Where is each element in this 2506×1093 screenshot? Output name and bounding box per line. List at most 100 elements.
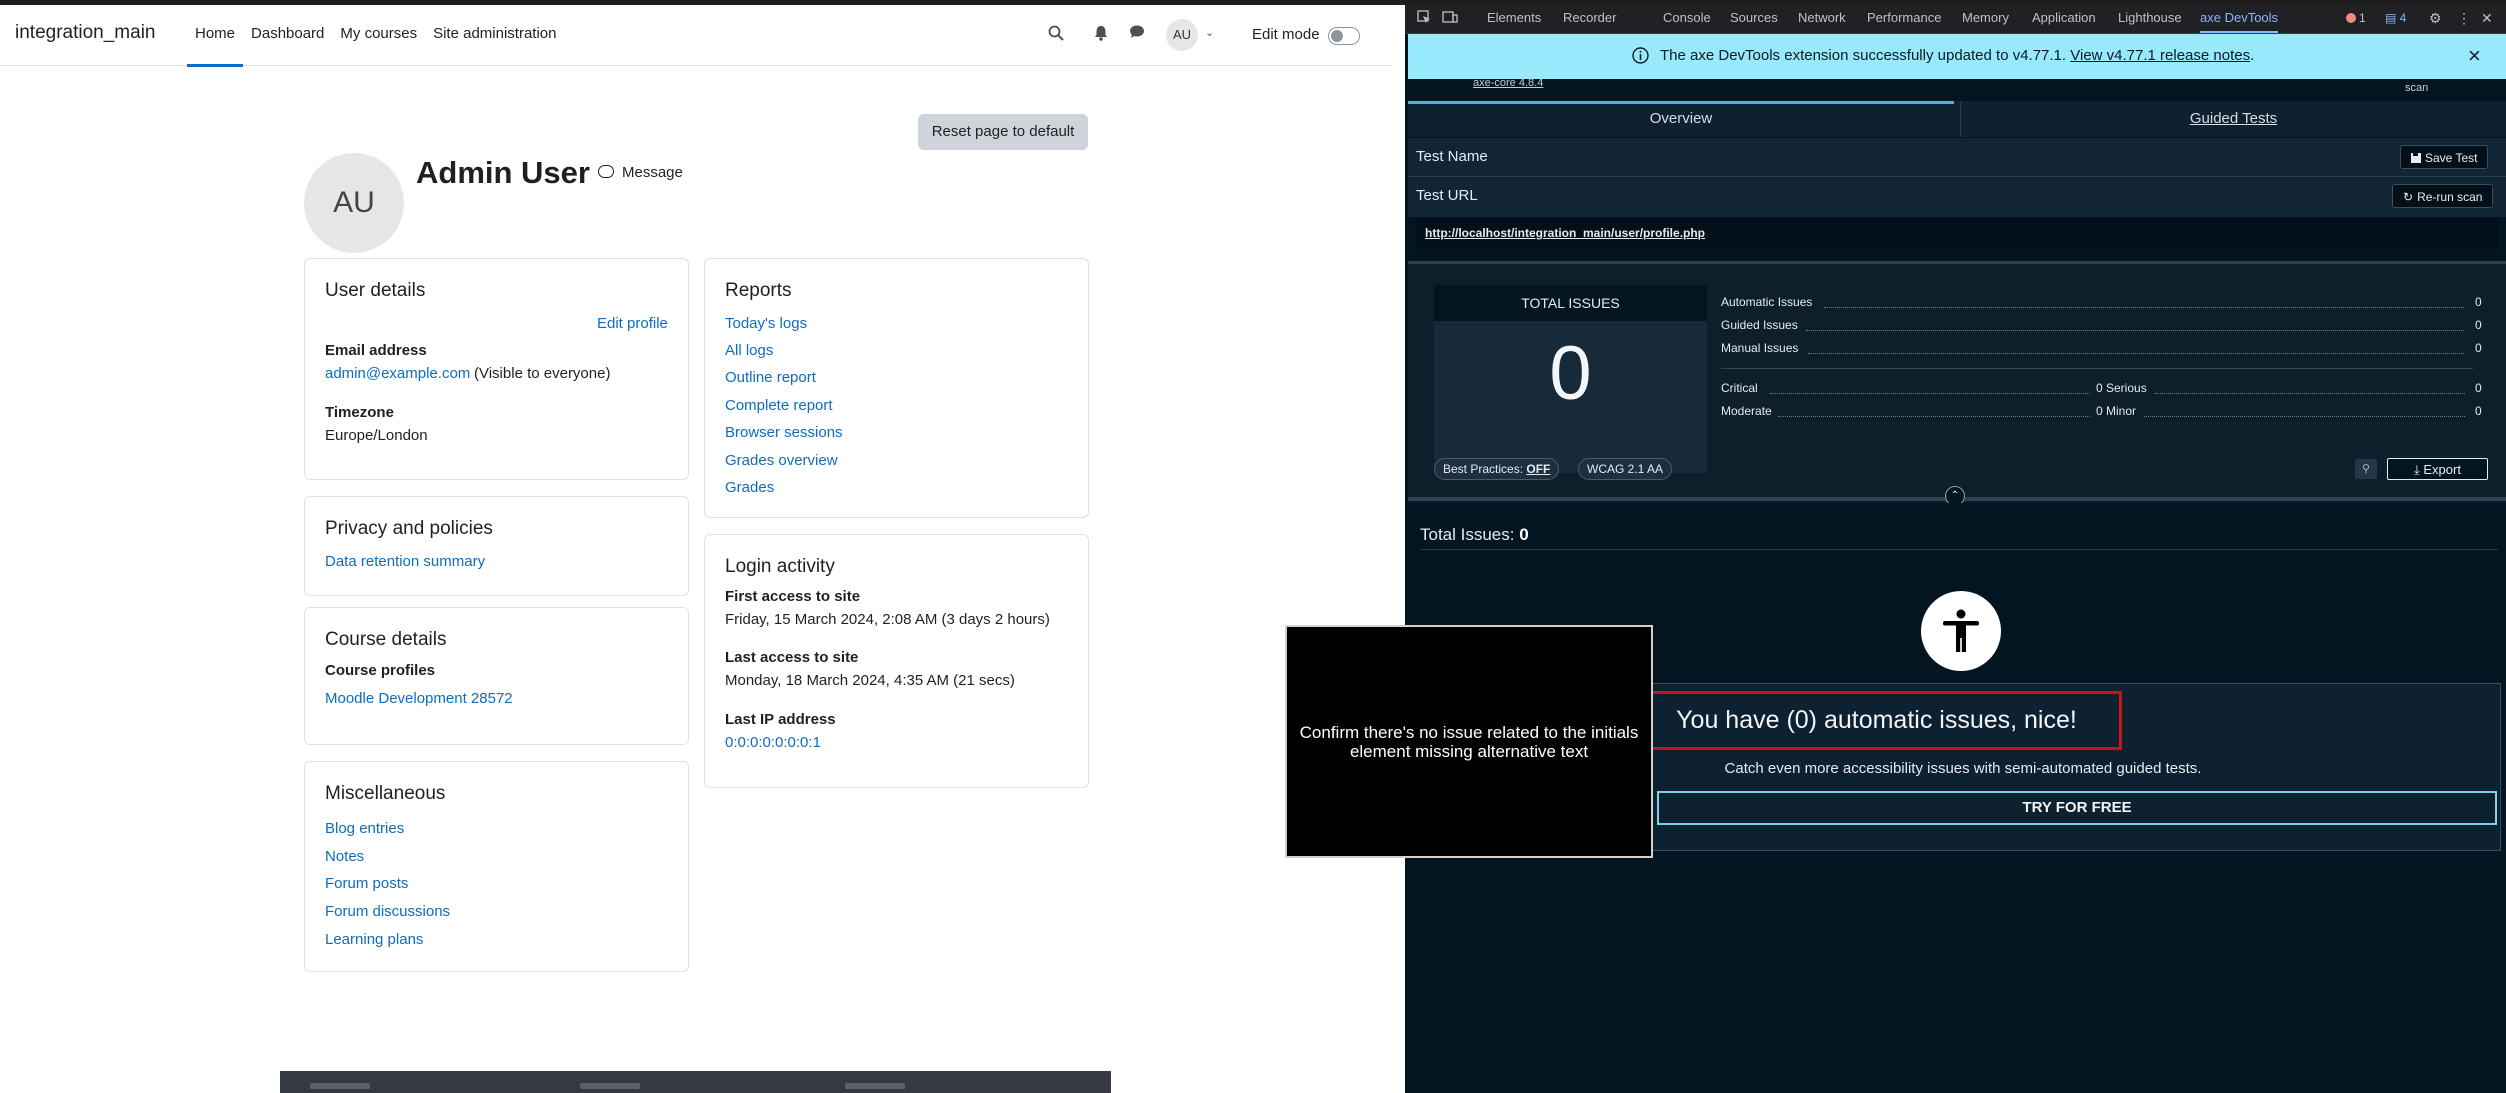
misc-link[interactable]: Learning plans: [325, 931, 423, 948]
edit-profile-link[interactable]: Edit profile: [597, 315, 668, 332]
error-counter[interactable]: 1: [2346, 11, 2366, 25]
last-access-value: Monday, 18 March 2024, 4:35 AM (21 secs): [725, 672, 1015, 689]
accessibility-person-icon: [1921, 591, 2001, 671]
total-issues-label: TOTAL ISSUES: [1434, 285, 1707, 321]
devtools-tab-network[interactable]: Network: [1798, 10, 1846, 25]
tab-overview[interactable]: Overview: [1408, 101, 1954, 137]
devtools-tab-elements[interactable]: Elements: [1487, 10, 1541, 25]
test-name-row: Test Name Save Test: [1408, 138, 2506, 177]
automatic-issues-count: 0: [2475, 295, 2482, 309]
save-test-button[interactable]: Save Test: [2400, 145, 2489, 169]
card-title: Login activity: [725, 556, 835, 577]
last-access-label: Last access to site: [725, 649, 859, 666]
device-toolbar-icon[interactable]: [1442, 10, 1458, 27]
devtools-tab-sources[interactable]: Sources: [1730, 10, 1778, 25]
instruction-overlay: Confirm there's no issue related to the …: [1285, 625, 1653, 858]
site-brand[interactable]: integration_main: [15, 22, 155, 44]
best-practices-toggle[interactable]: Best Practices: OFF: [1434, 458, 1560, 480]
devtools-tab-recorder[interactable]: Recorder: [1563, 10, 1616, 25]
misc-link[interactable]: Blog entries: [325, 820, 404, 837]
report-link[interactable]: Grades overview: [725, 452, 838, 469]
devtools-tab-memory[interactable]: Memory: [1962, 10, 2009, 25]
rerun-scan-button[interactable]: ↻ Re-run scan: [2392, 184, 2494, 208]
reset-page-button[interactable]: Reset page to default: [918, 114, 1088, 150]
critical-label[interactable]: Critical: [1721, 381, 1758, 395]
search-icon[interactable]: [1047, 25, 1065, 43]
user-menu-avatar[interactable]: AU: [1166, 19, 1198, 51]
release-notes-link[interactable]: View v4.77.1 release notes: [2070, 47, 2250, 64]
miscellaneous-card: Miscellaneous Blog entries Notes Forum p…: [304, 761, 689, 972]
manual-issues-label[interactable]: Manual Issues: [1721, 341, 1798, 355]
axe-core-version[interactable]: axe-core 4.8.4: [1473, 77, 1543, 89]
course-link[interactable]: Moodle Development 28572: [325, 690, 513, 707]
export-button[interactable]: ⤓ Export: [2387, 458, 2488, 480]
issues-summary: TOTAL ISSUES 0 Automatic Issues 0 Guided…: [1408, 261, 2506, 504]
card-title: Miscellaneous: [325, 783, 446, 804]
report-link[interactable]: Outline report: [725, 369, 816, 386]
save-icon: [2411, 153, 2421, 163]
guided-issues-label[interactable]: Guided Issues: [1721, 318, 1798, 332]
share-icon[interactable]: ⚲: [2355, 459, 2377, 479]
misc-link[interactable]: Forum discussions: [325, 903, 450, 920]
report-link[interactable]: Grades: [725, 479, 774, 496]
devtools-tab-lighthouse[interactable]: Lighthouse: [2118, 10, 2182, 25]
misc-link[interactable]: Notes: [325, 848, 364, 865]
devtools-tab-console[interactable]: Console: [1663, 10, 1711, 25]
message-label: Message: [622, 164, 683, 181]
bell-icon[interactable]: [1092, 25, 1110, 43]
serious-label[interactable]: Serious: [2106, 381, 2147, 395]
nav-site-administration[interactable]: Site administration: [425, 5, 564, 65]
misc-link[interactable]: Forum posts: [325, 875, 408, 892]
banner-message: The axe DevTools extension successfully …: [1660, 47, 2067, 64]
minor-label[interactable]: Minor: [2106, 404, 2136, 418]
course-details-card: Course details Course profiles Moodle De…: [304, 607, 689, 745]
message-button[interactable]: Message: [598, 164, 683, 181]
wcag-standard-badge[interactable]: WCAG 2.1 AA: [1578, 458, 1673, 480]
moderate-label[interactable]: Moderate: [1721, 404, 1772, 418]
nav-my-courses[interactable]: My courses: [332, 5, 425, 65]
email-link[interactable]: admin@example.com: [325, 365, 470, 382]
footer-text-fragment: [845, 1083, 905, 1089]
automatic-issues-label[interactable]: Automatic Issues: [1721, 295, 1812, 309]
tab-guided-tests[interactable]: Guided Tests: [1960, 101, 2506, 137]
axe-panel-tabs: Overview Guided Tests: [1408, 101, 2506, 137]
chat-icon[interactable]: [1128, 25, 1146, 43]
manual-issues-count: 0: [2475, 341, 2482, 355]
leader-dots: [1770, 392, 2090, 394]
scan-label: scan: [2405, 82, 2429, 94]
moodle-page: integration_main Home Dashboard My cours…: [0, 5, 1405, 1093]
total-issues-box: TOTAL ISSUES 0: [1434, 285, 1707, 473]
try-for-free-button[interactable]: TRY FOR FREE: [1657, 791, 2497, 825]
devtools-panel: Elements Recorder Console Sources Networ…: [1405, 5, 2506, 1093]
devtools-tab-axe[interactable]: axe DevTools: [2200, 10, 2279, 33]
issues-counter[interactable]: ▤ 4: [2385, 11, 2406, 25]
inspect-element-icon[interactable]: [1417, 10, 1431, 27]
close-devtools-icon[interactable]: ✕: [2481, 10, 2493, 27]
report-link[interactable]: Today's logs: [725, 315, 807, 332]
last-ip-link[interactable]: 0:0:0:0:0:0:0:1: [725, 734, 821, 751]
update-banner: The axe DevTools extension successfully …: [1408, 34, 2506, 79]
nav-dashboard[interactable]: Dashboard: [243, 5, 332, 65]
test-url-field[interactable]: http://localhost/integration_main/user/p…: [1416, 217, 2498, 249]
report-link[interactable]: All logs: [725, 342, 773, 359]
overlay-text: Confirm there's no issue related to the …: [1299, 722, 1639, 761]
report-link[interactable]: Complete report: [725, 397, 833, 414]
data-retention-link[interactable]: Data retention summary: [325, 553, 485, 570]
test-url-value[interactable]: http://localhost/integration_main/user/p…: [1425, 226, 1705, 240]
more-options-icon[interactable]: ⋮: [2457, 10, 2471, 27]
nav-home[interactable]: Home: [187, 5, 244, 67]
download-icon: ⤓: [2414, 462, 2420, 477]
banner-text: The axe DevTools extension successfully …: [1660, 47, 2254, 64]
first-access-value: Friday, 15 March 2024, 2:08 AM (3 days 2…: [725, 611, 1050, 628]
chevron-down-icon[interactable]: ⌄: [1205, 26, 1214, 39]
edit-mode-label: Edit mode: [1252, 26, 1320, 43]
close-banner-icon[interactable]: ×: [2468, 43, 2481, 69]
total-issues-count: 0: [1549, 331, 1592, 416]
devtools-tab-performance[interactable]: Performance: [1867, 10, 1941, 25]
minor-count: 0: [2475, 404, 2482, 418]
devtools-tab-application[interactable]: Application: [2032, 10, 2096, 25]
report-link[interactable]: Browser sessions: [725, 424, 843, 441]
no-issues-message: You have (0) automatic issues, nice!: [1631, 691, 2122, 750]
edit-mode-toggle[interactable]: [1328, 27, 1360, 45]
settings-gear-icon[interactable]: ⚙: [2429, 10, 2442, 27]
